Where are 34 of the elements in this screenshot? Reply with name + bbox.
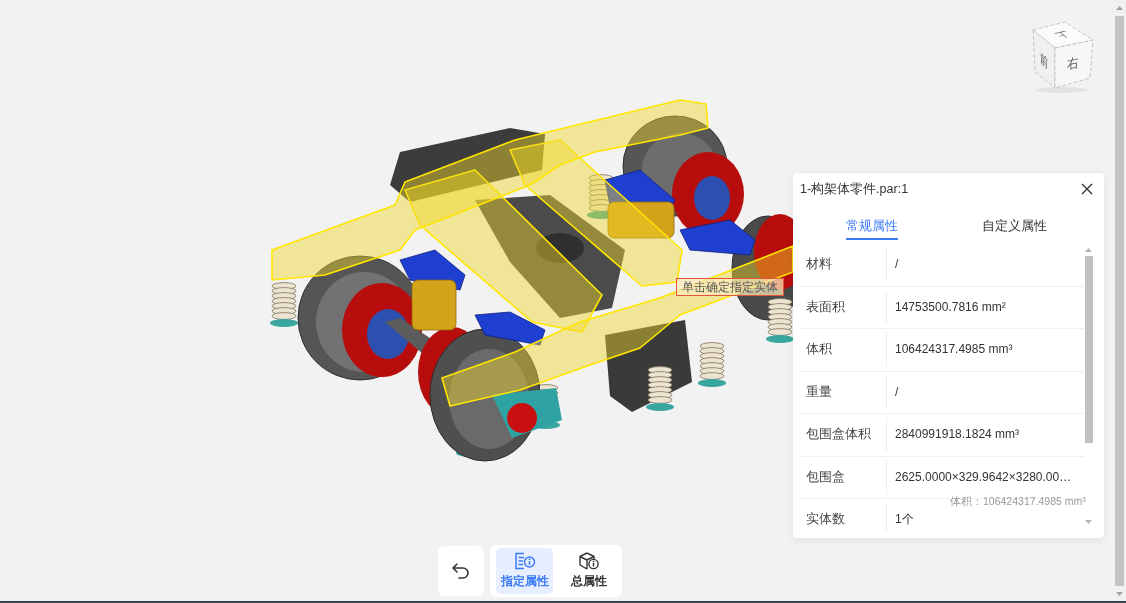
undo-icon[interactable] (451, 562, 471, 580)
document-info-icon[interactable] (513, 552, 536, 570)
toolbar-button[interactable]: 总属性 (560, 548, 617, 594)
property-value: 106424317.4985 mm³ (895, 342, 1013, 358)
panel-title: 1-构架体零件.par:1 (800, 180, 909, 198)
property-name: 实体数 (806, 512, 845, 528)
scroll-up-arrow-icon[interactable] (1085, 248, 1092, 252)
cube-info-icon[interactable] (577, 552, 600, 570)
fading-tooltip-text: 体积：106424317.4985 mm³ (950, 495, 1086, 508)
page-scrollbar-thumb[interactable] (1114, 16, 1124, 586)
property-value: / (895, 257, 899, 273)
undo-button[interactable] (438, 546, 484, 596)
hint-tooltip: 单击确定指定实体 (676, 278, 784, 296)
close-icon[interactable] (1081, 183, 1093, 195)
scroll-up-arrow-icon[interactable] (1115, 6, 1123, 10)
property-value: 14753500.7816 mm² (895, 299, 1006, 315)
property-value: 1个 (895, 512, 914, 528)
panel-tab[interactable]: 自定义属性 (982, 209, 1047, 240)
property-value: 2840991918.1824 mm³ (895, 427, 1020, 443)
property-name: 材料 (806, 257, 832, 273)
view-cube-face[interactable]: 上 (1032, 21, 1094, 49)
property-name: 表面积 (806, 299, 845, 315)
panel-tab[interactable]: 常规属性 (845, 209, 898, 240)
table-scrollbar-thumb[interactable] (1084, 256, 1093, 443)
view-cube-face[interactable]: 前 (1032, 29, 1056, 89)
property-name: 重量 (806, 384, 832, 400)
scroll-down-arrow-icon[interactable] (1085, 520, 1092, 524)
property-name: 体积 (806, 342, 832, 358)
property-value: 2625.0000×329.9642×3280.00… (895, 469, 1072, 485)
scroll-down-arrow-icon[interactable] (1115, 592, 1123, 596)
view-cube-face[interactable]: 右 (1054, 39, 1094, 89)
property-value: / (895, 384, 899, 400)
property-name: 包围盒体积 (806, 427, 871, 443)
property-name: 包围盒 (806, 469, 845, 485)
